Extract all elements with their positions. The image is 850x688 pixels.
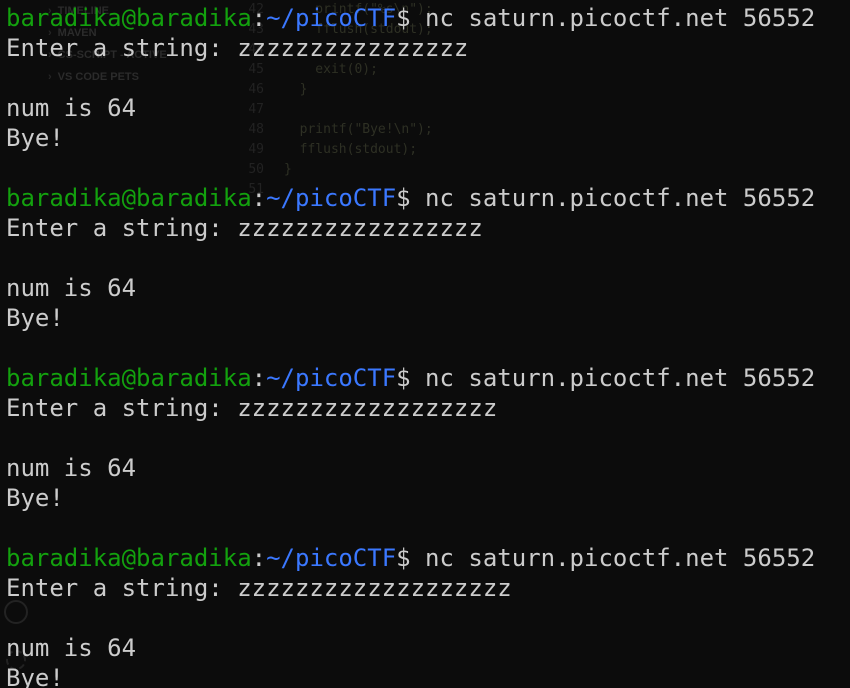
prompt-user-host: baradika@baradika: [6, 364, 252, 392]
prompt-symbol: $: [396, 184, 411, 212]
prompt-separator: :: [251, 4, 267, 32]
command-text: nc saturn.picoctf.net 56552: [425, 544, 816, 572]
prompt-line: baradika@baradika:~/picoCTF$ nc saturn.p…: [6, 543, 815, 573]
command-text: nc saturn.picoctf.net 56552: [425, 184, 816, 212]
input-prompt-label: Enter a string:: [6, 34, 238, 62]
input-prompt-line: Enter a string: zzzzzzzzzzzzzzzzzz: [6, 393, 815, 423]
input-prompt-label: Enter a string:: [6, 394, 238, 422]
prompt-line: baradika@baradika:~/picoCTF$ nc saturn.p…: [6, 3, 815, 33]
prompt-separator: :: [251, 544, 267, 572]
terminal-session: baradika@baradika:~/picoCTF$ nc saturn.p…: [6, 543, 815, 688]
prompt-separator: :: [251, 184, 267, 212]
terminal-session: baradika@baradika:~/picoCTF$ nc saturn.p…: [6, 3, 815, 183]
command-text: nc saturn.picoctf.net 56552: [425, 364, 816, 392]
terminal-session: baradika@baradika:~/picoCTF$ nc saturn.p…: [6, 183, 815, 363]
input-value: zzzzzzzzzzzzzzzz: [237, 34, 469, 62]
terminal-session: baradika@baradika:~/picoCTF$ nc saturn.p…: [6, 363, 815, 543]
prompt-user-host: baradika@baradika: [6, 184, 252, 212]
prompt-symbol: $: [396, 544, 411, 572]
prompt-line: baradika@baradika:~/picoCTF$ nc saturn.p…: [6, 363, 815, 393]
input-value: zzzzzzzzzzzzzzzzzz: [237, 394, 498, 422]
prompt-symbol: $: [396, 364, 411, 392]
terminal-window[interactable]: › TIMELINE › MAVEN › CS-SCRIPT - ACTIVE › VS…: [0, 0, 850, 688]
prompt-path: ~/picoCTF: [266, 184, 397, 212]
farewell-line: Bye!: [6, 664, 64, 688]
result-line: num is 64: [6, 94, 137, 122]
prompt-user-host: baradika@baradika: [6, 4, 252, 32]
prompt-path: ~/picoCTF: [266, 4, 397, 32]
result-line: num is 64: [6, 454, 137, 482]
prompt-path: ~/picoCTF: [266, 544, 397, 572]
input-prompt-label: Enter a string:: [6, 214, 238, 242]
prompt-separator: :: [251, 364, 267, 392]
input-prompt-line: Enter a string: zzzzzzzzzzzzzzzzzzz: [6, 573, 815, 603]
input-prompt-line: Enter a string: zzzzzzzzzzzzzzzz: [6, 33, 815, 63]
input-value: zzzzzzzzzzzzzzzzzzz: [237, 574, 512, 602]
input-value: zzzzzzzzzzzzzzzzz: [237, 214, 483, 242]
result-line: num is 64: [6, 634, 137, 662]
farewell-line: Bye!: [6, 124, 64, 152]
prompt-user-host: baradika@baradika: [6, 544, 252, 572]
prompt-line: baradika@baradika:~/picoCTF$ nc saturn.p…: [6, 183, 815, 213]
result-line: num is 64: [6, 274, 137, 302]
input-prompt-label: Enter a string:: [6, 574, 238, 602]
prompt-symbol: $: [396, 4, 411, 32]
prompt-path: ~/picoCTF: [266, 364, 397, 392]
farewell-line: Bye!: [6, 304, 64, 332]
terminal-output[interactable]: baradika@baradika:~/picoCTF$ nc saturn.p…: [6, 3, 815, 688]
command-text: nc saturn.picoctf.net 56552: [425, 4, 816, 32]
farewell-line: Bye!: [6, 484, 64, 512]
input-prompt-line: Enter a string: zzzzzzzzzzzzzzzzz: [6, 213, 815, 243]
